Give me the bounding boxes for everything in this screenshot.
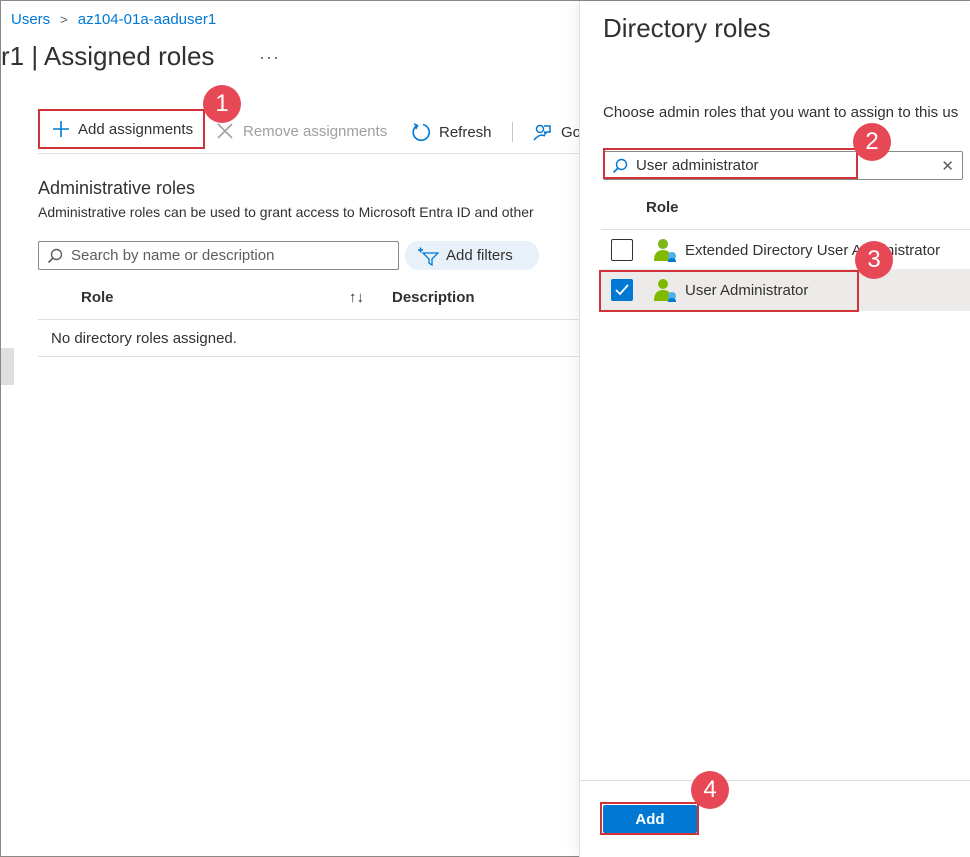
search-placeholder: Search by name or description — [71, 247, 275, 264]
filter-plus-icon — [418, 247, 439, 266]
page-title: r1 | Assigned roles — [1, 41, 215, 71]
search-input[interactable]: Search by name or description — [38, 241, 399, 270]
panel-footer-divider — [579, 780, 970, 781]
toolbar-divider — [512, 122, 513, 142]
section-title: Administrative roles — [38, 178, 196, 198]
empty-state-text: No directory roles assigned. — [51, 330, 237, 347]
feedback-icon — [533, 124, 551, 141]
remove-assignments-button[interactable]: Remove assignments — [216, 122, 387, 140]
highlight-search-box — [603, 148, 858, 179]
search-icon — [47, 248, 63, 263]
close-icon — [217, 123, 233, 139]
go-button[interactable]: Go — [532, 122, 579, 142]
highlight-add-button — [600, 802, 699, 835]
callout-badge-3: 3 — [855, 241, 893, 279]
directory-roles-panel — [579, 1, 970, 857]
role-row-extended-directory-user-administrator[interactable]: Extended Directory User Administrator — [601, 229, 970, 271]
left-nav-selection-stub — [1, 348, 14, 385]
user-role-icon — [654, 239, 676, 262]
breadcrumb-users-link[interactable]: Users — [11, 11, 50, 28]
role-checkbox[interactable] — [611, 239, 633, 261]
remove-assignments-label: Remove assignments — [243, 122, 388, 140]
role-label: Extended Directory User Administrator — [685, 241, 941, 259]
toolbar-divider-line — [38, 153, 579, 154]
panel-title: Directory roles — [603, 13, 771, 43]
table-header-divider — [38, 319, 579, 320]
highlight-user-administrator-row — [599, 270, 859, 312]
breadcrumb-user-link[interactable]: az104-01a-aaduser1 — [78, 11, 216, 28]
breadcrumb: Users > az104-01a-aaduser1 — [11, 11, 216, 28]
callout-badge-1: 1 — [203, 85, 241, 123]
plus-icon — [53, 121, 69, 137]
column-header-description[interactable]: Description — [392, 289, 475, 306]
refresh-label: Refresh — [439, 123, 492, 141]
sort-icon[interactable]: ↑↓ — [349, 289, 364, 306]
clear-search-icon[interactable]: ✕ — [941, 157, 954, 175]
refresh-icon — [412, 123, 430, 142]
add-filters-label: Add filters — [446, 247, 513, 264]
more-options-button[interactable]: ··· — [259, 47, 280, 68]
refresh-button[interactable]: Refresh — [411, 122, 492, 142]
section-description: Administrative roles can be used to gran… — [38, 204, 534, 220]
add-filters-button[interactable]: Add filters — [405, 241, 539, 270]
callout-badge-2: 2 — [853, 123, 891, 161]
chevron-right-icon: > — [60, 12, 68, 27]
panel-description: Choose admin roles that you want to assi… — [603, 104, 959, 121]
panel-column-header-role: Role — [646, 199, 679, 216]
table-row-divider — [38, 356, 579, 357]
add-assignments-label: Add assignments — [78, 120, 194, 138]
callout-badge-4: 4 — [691, 771, 729, 809]
column-header-role[interactable]: Role — [81, 289, 114, 306]
add-assignments-button[interactable]: Add assignments — [38, 109, 205, 149]
go-label: Go — [561, 123, 579, 141]
